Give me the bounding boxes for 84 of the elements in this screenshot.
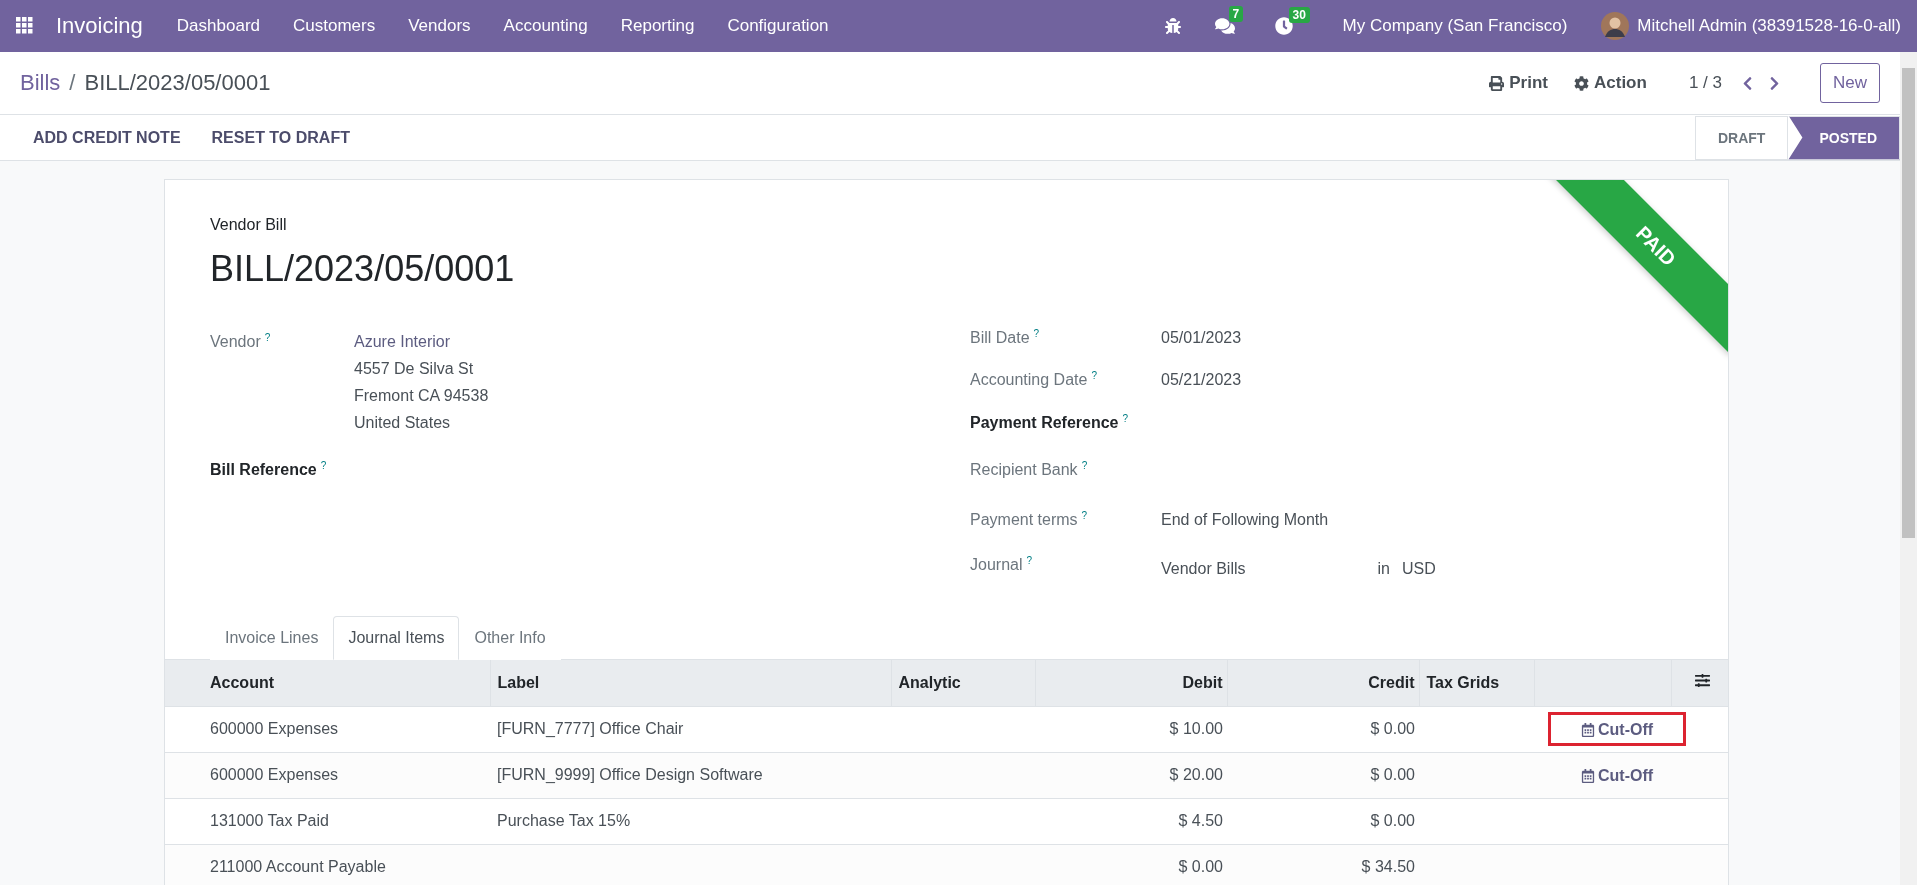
status-stage[interactable]: DRAFT [1695, 115, 1789, 160]
table-cell: Purchase Tax 15% [490, 798, 891, 844]
table-cell: $ 4.50 [1035, 798, 1227, 844]
breadcrumb-item: BILL/2023/05/0001 [84, 70, 271, 96]
help-icon[interactable]: ? [264, 332, 271, 343]
help-icon[interactable]: ? [1033, 328, 1040, 339]
nav-menu-item[interactable]: Customers [293, 16, 376, 36]
field-label: Payment Reference [970, 414, 1119, 432]
address-line: 4557 De Silva St [354, 359, 475, 379]
table-cell: 131000 Tax Paid [165, 798, 490, 844]
help-icon[interactable]: ? [1091, 370, 1097, 381]
column-header[interactable]: Account [165, 660, 490, 706]
clock-icon[interactable] [1274, 17, 1293, 35]
address-line: Fremont CA 94538 [354, 386, 490, 406]
field-value: 05/21/2023 [1161, 370, 1243, 390]
nav-menu-item[interactable]: Accounting [503, 16, 588, 36]
column-header[interactable]: Tax Grids [1419, 660, 1534, 706]
printer-icon [1489, 75, 1505, 91]
field-connector: in [1377, 560, 1390, 578]
field-label: Bill Reference [210, 461, 317, 479]
column-header[interactable]: Credit [1227, 660, 1419, 706]
activity-count: 30 [1288, 7, 1310, 23]
new-button[interactable]: New [1820, 63, 1880, 103]
nav-menu-item[interactable]: Configuration [727, 16, 829, 36]
field-label: Payment terms [970, 511, 1078, 529]
cut-off-button[interactable]: Cut-Off [1548, 712, 1687, 746]
action-button[interactable]: ADD CREDIT NOTE [17, 120, 197, 155]
vendor-name[interactable]: Azure Interior [354, 328, 970, 355]
table-cell: [FURN_7777] Office Chair [490, 706, 891, 752]
column-header[interactable]: Debit [1035, 660, 1227, 706]
field-label: Vendor [210, 333, 261, 351]
table-cell: 600000 Expenses [165, 752, 490, 798]
column-header[interactable]: Analytic [891, 660, 1035, 706]
bug-icon[interactable] [1164, 18, 1181, 34]
table-cell: $ 0.00 [1227, 706, 1419, 752]
table-cell: $ 20.00 [1035, 752, 1227, 798]
gear-icon [1574, 75, 1589, 91]
table-cell: 211000 Account Payable [165, 844, 490, 885]
field-label: Bill Date [970, 329, 1030, 347]
help-icon[interactable]: ? [320, 460, 327, 471]
table-cell: $ 0.00 [1035, 844, 1227, 885]
apps-menu-icon[interactable] [16, 17, 34, 35]
scrollbar-thumb[interactable] [1902, 68, 1915, 538]
help-icon[interactable]: ? [1081, 510, 1088, 521]
nav-menu-item[interactable]: Vendors [408, 16, 471, 36]
column-header[interactable]: Label [490, 660, 891, 706]
calendar-icon [1581, 723, 1595, 737]
action-button[interactable]: RESET TO DRAFT [211, 120, 366, 155]
action-button[interactable]: Action [1574, 73, 1647, 93]
table-cell: $ 34.50 [1227, 844, 1419, 885]
address-line: United States [354, 413, 452, 433]
company-switcher[interactable]: My Company (San Francisco) [1342, 16, 1568, 36]
document-title: BILL/2023/05/0001 [210, 248, 515, 290]
field-value: End of Following Month [1161, 510, 1330, 530]
app-name[interactable]: Invoicing [56, 13, 143, 39]
breadcrumb-item[interactable]: Bills [20, 70, 61, 96]
chat-icon[interactable] [1214, 16, 1235, 36]
field-value: 05/01/2023 [1161, 328, 1243, 348]
help-icon[interactable]: ? [1026, 555, 1033, 566]
currency-value: USD [1401, 559, 1436, 579]
table-cell: 600000 Expenses [165, 706, 490, 752]
status-stage[interactable]: POSTED [1788, 115, 1900, 160]
calendar-icon [1581, 769, 1595, 783]
table-cell: $ 0.00 [1227, 798, 1419, 844]
print-button[interactable]: Print [1489, 73, 1548, 93]
help-icon[interactable]: ? [1081, 460, 1088, 471]
field-label: Recipient Bank [970, 461, 1078, 479]
table-cell: [FURN_9999] Office Design Software [490, 752, 891, 798]
field-label: Accounting Date [970, 371, 1088, 389]
field-label: Journal [970, 556, 1023, 574]
table-cell: $ 0.00 [1227, 752, 1419, 798]
notebook-tab[interactable]: Journal Items [333, 616, 460, 660]
table-cell: $ 10.00 [1035, 706, 1227, 752]
nav-menu-item[interactable]: Dashboard [176, 16, 260, 36]
pager-value[interactable]: 1 / 3 [1688, 73, 1722, 93]
nav-menu-item[interactable]: Reporting [620, 16, 695, 36]
column-settings-icon[interactable] [1694, 673, 1710, 689]
help-icon[interactable]: ? [1122, 413, 1129, 424]
breadcrumb-separator: / [69, 70, 76, 96]
message-count: 7 [1228, 6, 1244, 22]
field-value: Vendor Bills [1161, 559, 1246, 579]
user-name[interactable]: Mitchell Admin (38391528-16-0-all) [1637, 16, 1901, 36]
user-avatar[interactable] [1601, 12, 1630, 40]
cut-off-button[interactable]: Cut-Off [1548, 758, 1687, 792]
